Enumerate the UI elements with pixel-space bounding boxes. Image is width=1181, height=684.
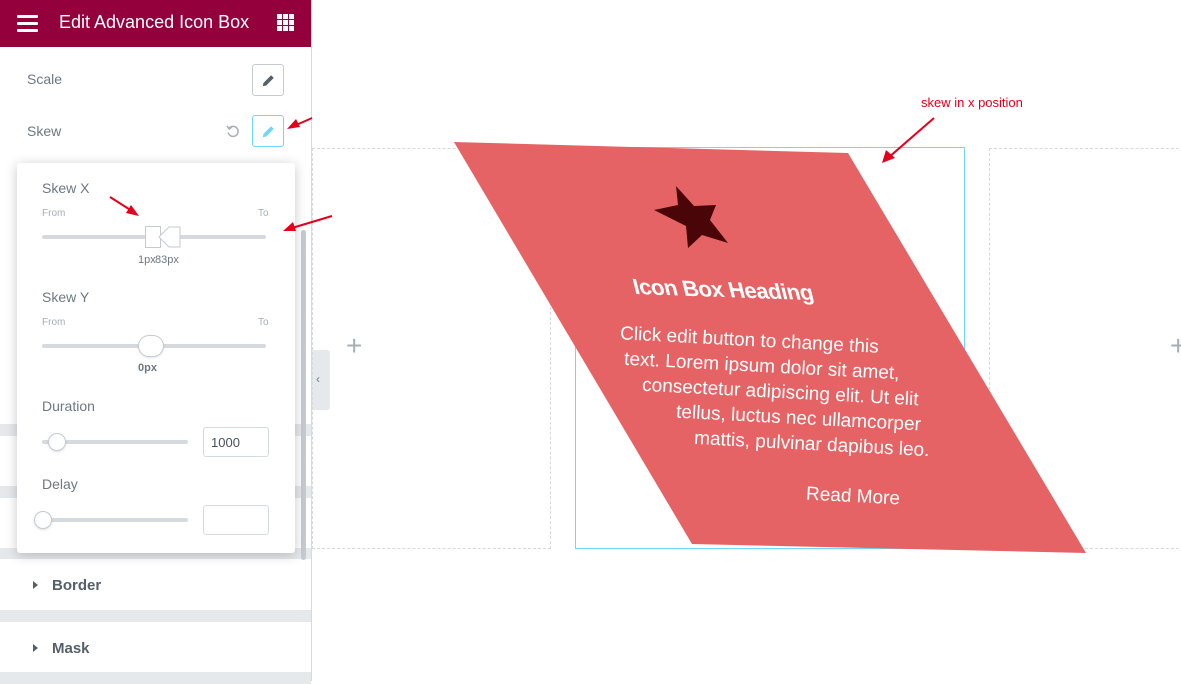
caret-right-icon: [33, 581, 38, 589]
skew-x-from-value: 1px: [138, 254, 156, 266]
delay-slider-knob[interactable]: [35, 512, 51, 528]
duration-input[interactable]: 1000: [203, 427, 269, 457]
add-element-icon[interactable]: +: [346, 330, 362, 362]
skew-x-to-value: 83px: [155, 254, 179, 266]
skew-y-from-label: From: [42, 317, 66, 328]
delay-slider-track[interactable]: [42, 518, 188, 522]
panel-scrollbar[interactable]: [301, 230, 306, 560]
skew-popover: Skew X From To 1px 83px Skew Y From To 0…: [17, 163, 295, 553]
skew-y-value: 0px: [138, 362, 157, 374]
skew-y-to-label: To: [258, 317, 269, 328]
panel-title: Edit Advanced Icon Box: [59, 12, 250, 32]
skew-x-to-label: To: [258, 208, 269, 219]
widgets-grid-icon[interactable]: [277, 14, 294, 31]
delay-label: Delay: [42, 476, 78, 492]
skew-edit-button[interactable]: [252, 115, 284, 147]
pencil-icon: [262, 126, 274, 138]
delay-input[interactable]: [203, 505, 269, 535]
reset-icon[interactable]: [226, 124, 240, 138]
annotation-text: skew in x position: [921, 95, 1023, 110]
section-border[interactable]: Border: [0, 558, 311, 616]
skew-y-handle[interactable]: [139, 336, 163, 356]
skew-x-from-label: From: [42, 208, 66, 219]
skew-x-label: Skew X: [42, 180, 90, 196]
section-title: Mask: [52, 640, 90, 657]
section-mask[interactable]: Mask: [0, 621, 311, 679]
caret-right-icon: [33, 644, 38, 652]
scale-label: Scale: [27, 71, 63, 87]
panel-header: Edit Advanced Icon Box: [0, 0, 311, 47]
skew-x-to-handle[interactable]: [157, 226, 181, 248]
duration-slider-knob[interactable]: [49, 434, 65, 450]
add-element-icon[interactable]: +: [1170, 330, 1181, 362]
pencil-icon: [262, 75, 274, 87]
hamburger-menu-icon[interactable]: [17, 15, 38, 32]
section-divider: [0, 672, 311, 684]
duration-label: Duration: [42, 398, 95, 414]
section-title: Border: [52, 577, 102, 594]
scale-edit-button[interactable]: [252, 64, 284, 96]
skew-y-label: Skew Y: [42, 289, 90, 305]
skew-label: Skew: [27, 123, 62, 139]
